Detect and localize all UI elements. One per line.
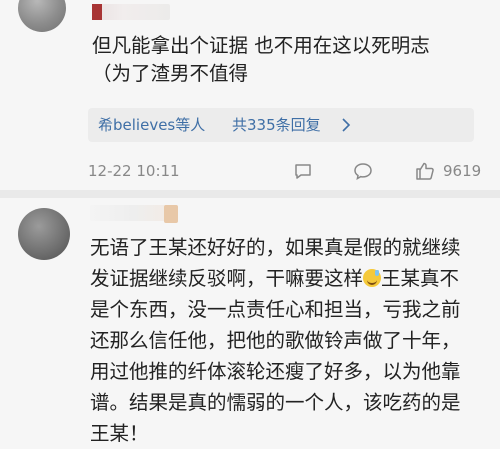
comment-line: 是个东西，没一点责任心和担当，亏我之前	[90, 298, 461, 321]
comment-line: 用过他推的纤体滚轮还瘦了好多，以为他靠	[90, 360, 461, 383]
commenter-avatar[interactable]	[18, 208, 70, 260]
commenter-name-redacted[interactable]	[90, 205, 178, 223]
reply-icon[interactable]	[292, 160, 314, 182]
reply-users: 希believes等人	[98, 116, 206, 134]
reply-summary[interactable]: 希believes等人 共335条回复	[88, 108, 474, 142]
comment-line: 发证据继续反驳啊，干嘛要这样 王某真不	[90, 267, 460, 290]
sweat-smile-emoji	[363, 269, 382, 287]
comment-line: （为了渣男不值得	[92, 62, 249, 85]
divider	[0, 190, 500, 198]
comment-line: 谱。结果是真的懦弱的一个人，该吃药的是	[90, 391, 461, 414]
reply-count: 共335条回复	[232, 116, 321, 134]
comment-line: 无语了王某还好好的，如果真是假的就继续	[90, 236, 461, 259]
like-count: 9619	[443, 162, 482, 180]
commenter-name-redacted[interactable]	[92, 4, 170, 20]
comment-icon[interactable]	[352, 160, 374, 182]
comment-meta: 12-22 10:11 9619	[88, 160, 484, 182]
like-icon[interactable]	[414, 160, 436, 182]
comment-text: 无语了王某还好好的，如果真是假的就继续 发证据继续反驳啊，干嘛要这样 王某真不 是…	[90, 232, 490, 449]
chevron-right-icon	[340, 108, 352, 154]
timestamp: 12-22 10:11	[88, 162, 180, 180]
comment-line: 还那么信任他，把他的歌做铃声做了十年，	[90, 329, 461, 352]
comment-line: 王某！	[90, 422, 149, 445]
commenter-avatar[interactable]	[18, 0, 66, 32]
comment-text: 但凡能拿出个证据 也不用在这以死明志 （为了渣男不值得	[92, 32, 492, 88]
comment-line: 但凡能拿出个证据 也不用在这以死明志	[92, 34, 430, 57]
